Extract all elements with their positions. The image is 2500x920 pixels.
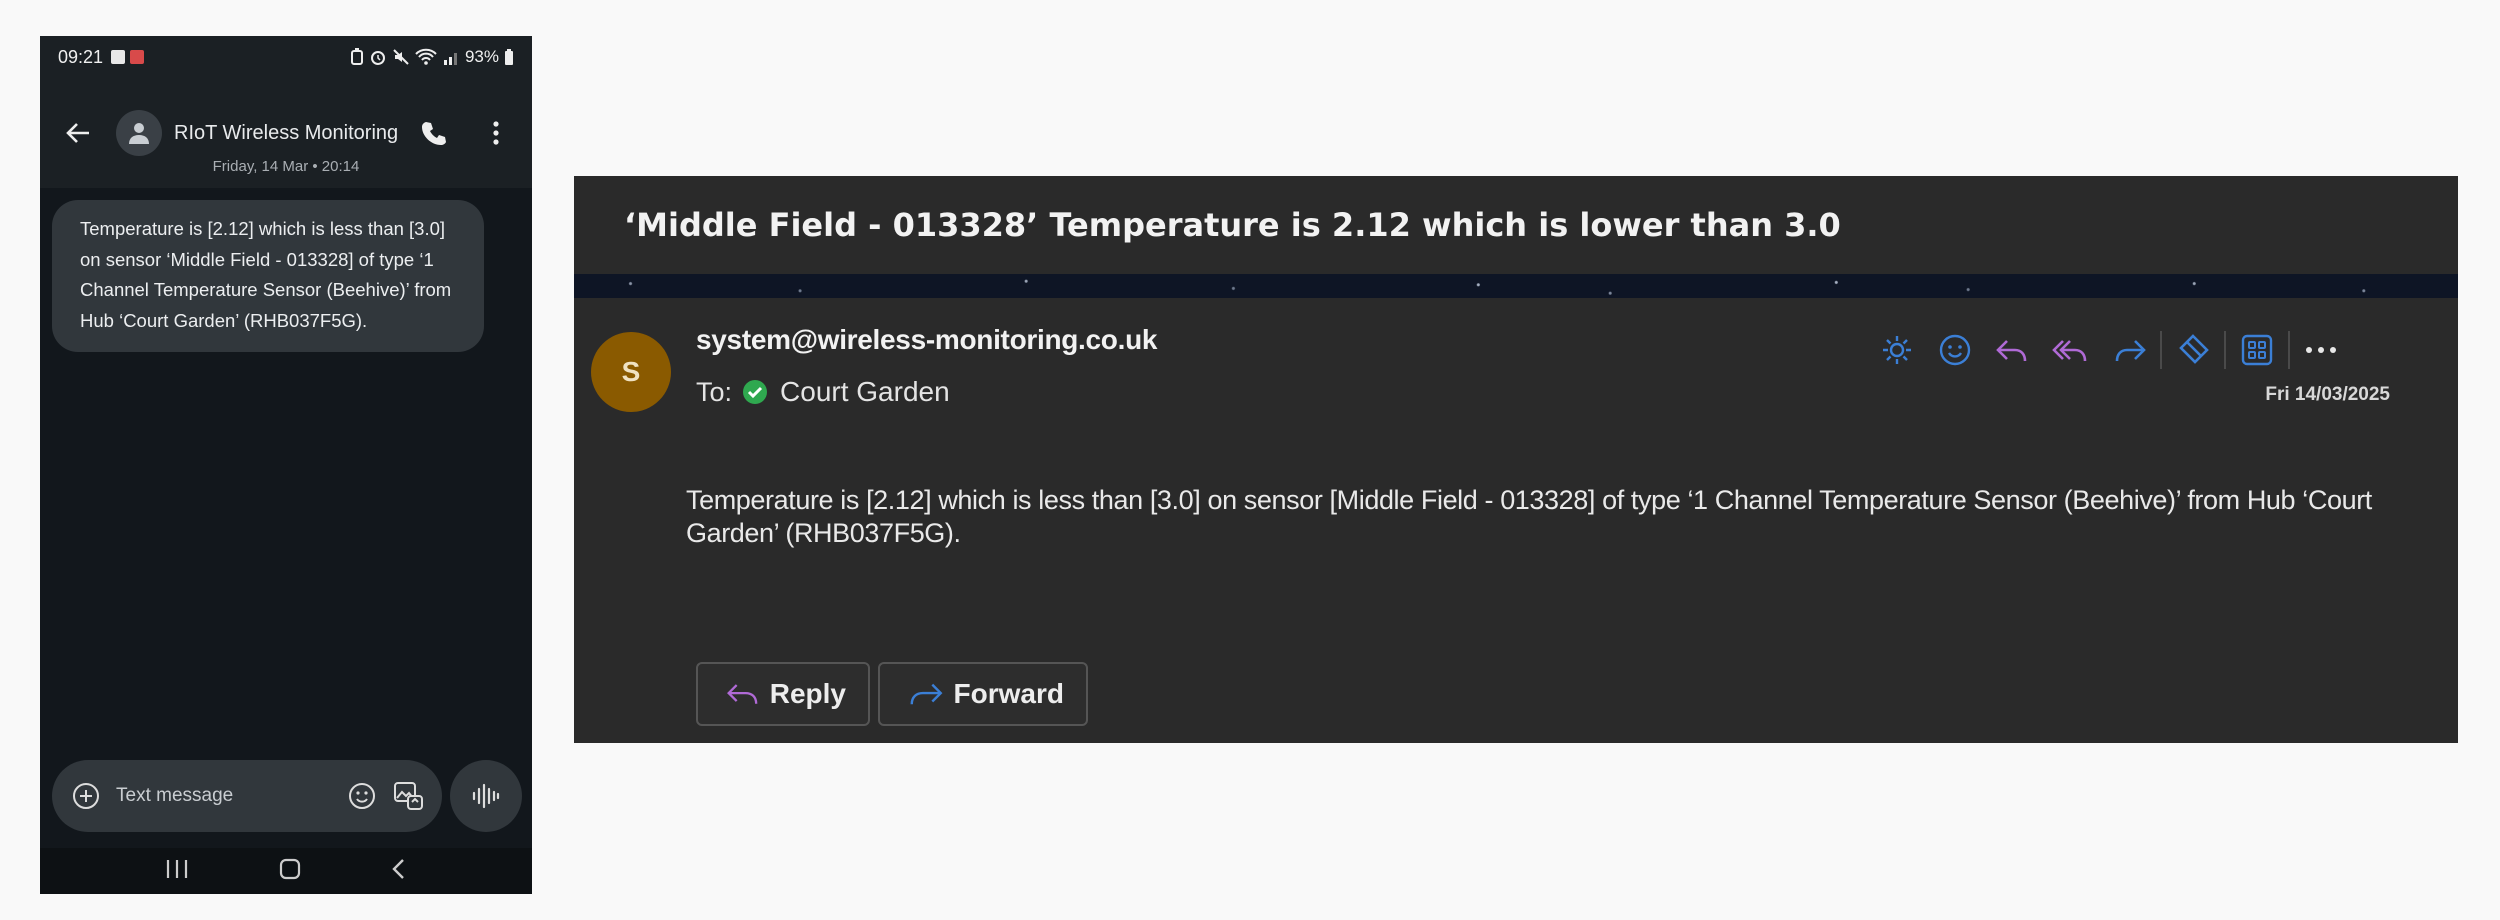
person-icon (129, 123, 149, 144)
signal-icon (443, 53, 457, 65)
sender-address[interactable]: system@wireless-monitoring.co.uk (696, 324, 1157, 356)
forward-button-label: Forward (953, 678, 1064, 709)
date-separator: Friday, 14 Mar • 20:14 (212, 158, 360, 175)
reply-icon (727, 684, 758, 704)
to-label: To: (696, 376, 733, 407)
call-button[interactable] (416, 115, 452, 151)
recipient-name[interactable]: Court Garden (780, 376, 950, 408)
gallery-icon (394, 782, 423, 810)
recipient-line: To: Court Garden (696, 376, 950, 408)
more-options-button[interactable] (478, 115, 514, 151)
waveform-icon (472, 783, 500, 809)
email-body: Temperature is [2.12] which is less than… (686, 485, 2372, 548)
apps-grid-icon (2241, 334, 2273, 366)
sender-avatar[interactable]: S (591, 332, 671, 412)
forward-icon (910, 683, 943, 705)
back-button[interactable] (58, 113, 98, 153)
phone-icon (422, 122, 446, 145)
message-toolbar (1868, 328, 2350, 372)
message-bubble[interactable]: Temperature is [2.12] which is less than… (52, 200, 484, 352)
message-composer: Text message (52, 760, 442, 832)
gallery-button[interactable] (390, 778, 426, 814)
check-circle-icon (743, 380, 768, 404)
system-back-button[interactable] (391, 857, 407, 886)
reply-button-label: Reply (769, 678, 846, 709)
immersive-reader-button[interactable] (2164, 328, 2222, 372)
forward-toolbar-button[interactable] (2100, 328, 2158, 372)
sun-icon (1883, 336, 1911, 364)
recents-icon (166, 859, 187, 878)
react-button[interactable] (1926, 328, 1984, 372)
toolbar-divider (2160, 331, 2162, 369)
contact-avatar[interactable] (116, 110, 162, 156)
alarm-icon (370, 51, 385, 65)
forward-icon (2115, 340, 2146, 362)
recent-apps-button[interactable] (165, 858, 189, 885)
attach-button[interactable] (68, 778, 104, 814)
emoji-icon (1939, 334, 1971, 366)
home-button[interactable] (278, 857, 302, 886)
reply-all-icon (2052, 340, 2087, 362)
home-icon (279, 858, 301, 879)
forward-button[interactable]: Forward (878, 662, 1088, 726)
battery-saver-icon (350, 48, 363, 65)
more-vertical-icon (493, 121, 499, 145)
voice-message-button[interactable] (450, 760, 522, 832)
reply-button[interactable]: Reply (696, 662, 870, 726)
emoji-button[interactable] (344, 778, 380, 814)
phone-screen: 09:21 93% RIoT Wireless Monitoring Frida… (40, 36, 532, 894)
status-right: 93% (350, 47, 514, 67)
navigation-bar (40, 848, 532, 894)
battery-icon (505, 49, 513, 65)
email-subject: ‘Middle Field - 013328’ Temperature is 2… (624, 206, 1841, 244)
header-banner (574, 274, 2458, 298)
text-message-input[interactable]: Text message (116, 785, 334, 807)
plus-circle-icon (73, 783, 99, 809)
more-horizontal-icon (2306, 347, 2336, 353)
reply-all-toolbar-button[interactable] (2042, 328, 2100, 372)
wifi-icon (415, 48, 437, 65)
reply-toolbar-button[interactable] (1984, 328, 2042, 372)
emoji-icon (349, 783, 375, 809)
status-time: 09:21 (58, 46, 104, 67)
contact-name[interactable]: RIoT Wireless Monitoring (174, 122, 398, 145)
email-reading-pane: ‘Middle Field - 013328’ Temperature is 2… (574, 176, 2458, 743)
apps-button[interactable] (2228, 328, 2286, 372)
eraser-icon (2179, 334, 2209, 364)
reply-icon (1996, 340, 2027, 362)
mute-icon (393, 49, 409, 65)
status-bar: 09:21 93% (40, 36, 532, 78)
toolbar-divider (2224, 331, 2226, 369)
subject-bar: ‘Middle Field - 013328’ Temperature is 2… (574, 176, 2458, 274)
toolbar-divider (2288, 331, 2290, 369)
battery-percent: 93% (464, 47, 499, 66)
email-date: Fri 14/03/2025 (2265, 384, 2390, 405)
calendar-notification-icon (130, 50, 145, 64)
more-actions-button[interactable] (2292, 328, 2350, 372)
arrow-left-icon (66, 123, 89, 143)
chevron-left-icon (392, 858, 405, 879)
checkbox-notification-icon (111, 50, 126, 64)
brightness-button[interactable] (1868, 328, 1926, 372)
